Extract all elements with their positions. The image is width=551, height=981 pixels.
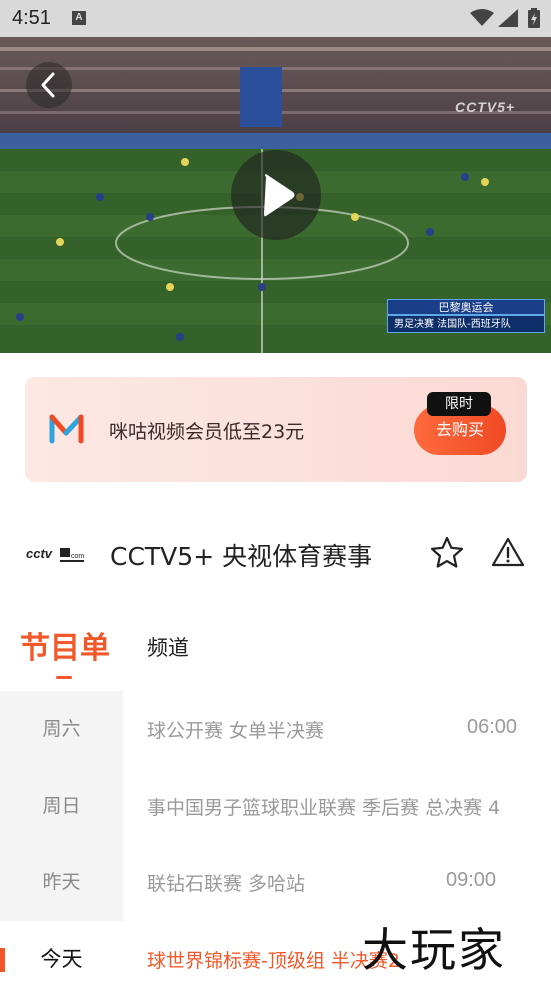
program-time: 09:00	[446, 869, 497, 891]
report-warning-icon[interactable]	[491, 536, 525, 568]
tab-active-indicator	[56, 676, 72, 679]
status-bar: 4:51 A	[0, 0, 551, 37]
migu-logo-icon	[49, 414, 84, 444]
battery-icon	[528, 8, 540, 28]
scoreboard-title: 巴黎奥运会	[387, 299, 545, 315]
program-name: 事中国男子篮球职业联赛 季后赛 总决赛 4	[147, 797, 501, 819]
play-icon	[264, 174, 295, 217]
tab-schedule[interactable]: 节目单	[20, 623, 110, 667]
status-time: 4:51	[12, 7, 51, 29]
chevron-left-icon	[41, 72, 55, 98]
scoreboard: 巴黎奥运会 男足决赛 法国队-西班牙队	[387, 299, 545, 333]
membership-promo-banner[interactable]: 咪咕视频会员低至23元 去购买 限时	[25, 377, 527, 482]
program-time: 06:00	[467, 716, 518, 738]
brand-watermark: 大玩家	[362, 923, 506, 977]
limited-time-badge: 限时	[427, 392, 491, 416]
promo-text: 咪咕视频会员低至23元	[109, 421, 305, 443]
favorite-star-icon[interactable]	[429, 535, 465, 571]
page: 4:51 A CCTV5+ 巴黎奥运会 男足决赛 法国队-西班牙队 咪咕视频会员…	[0, 0, 551, 981]
day-item-yesterday[interactable]: 昨天	[0, 844, 123, 921]
wifi-icon	[470, 9, 494, 26]
svg-text:com: com	[71, 553, 84, 560]
day-item-sunday[interactable]: 周日	[0, 768, 123, 845]
signal-icon	[498, 9, 518, 27]
day-item-today-label: 今天	[40, 947, 83, 971]
day-item-saturday[interactable]: 周六	[0, 691, 123, 768]
program-item[interactable]: 联钻石联赛 多哈站 09:00	[147, 869, 551, 899]
channel-watermark: CCTV5+	[455, 99, 516, 115]
program-name: 球公开赛 女单半决赛	[147, 720, 325, 742]
tab-channel[interactable]: 频道	[147, 632, 189, 662]
back-button[interactable]	[26, 62, 72, 108]
day-list: 周六 周日 昨天 今天	[0, 691, 123, 981]
svg-text:cctv: cctv	[26, 546, 53, 561]
channel-title: CCTV5+ 央视体育赛事	[110, 542, 373, 571]
day-item-today[interactable]: 今天	[0, 921, 123, 981]
day-active-indicator	[0, 948, 5, 972]
cctv-logo-icon: cctv com	[26, 546, 84, 562]
program-item[interactable]: 事中国男子篮球职业联赛 季后赛 总决赛 4	[147, 793, 551, 823]
play-button[interactable]	[231, 150, 321, 240]
program-item[interactable]: 球公开赛 女单半决赛 06:00	[147, 716, 551, 746]
scoreboard-match: 男足决赛 法国队-西班牙队	[387, 315, 545, 333]
notification-icon: A	[72, 11, 86, 25]
program-name: 联钻石联赛 多哈站	[147, 873, 306, 895]
